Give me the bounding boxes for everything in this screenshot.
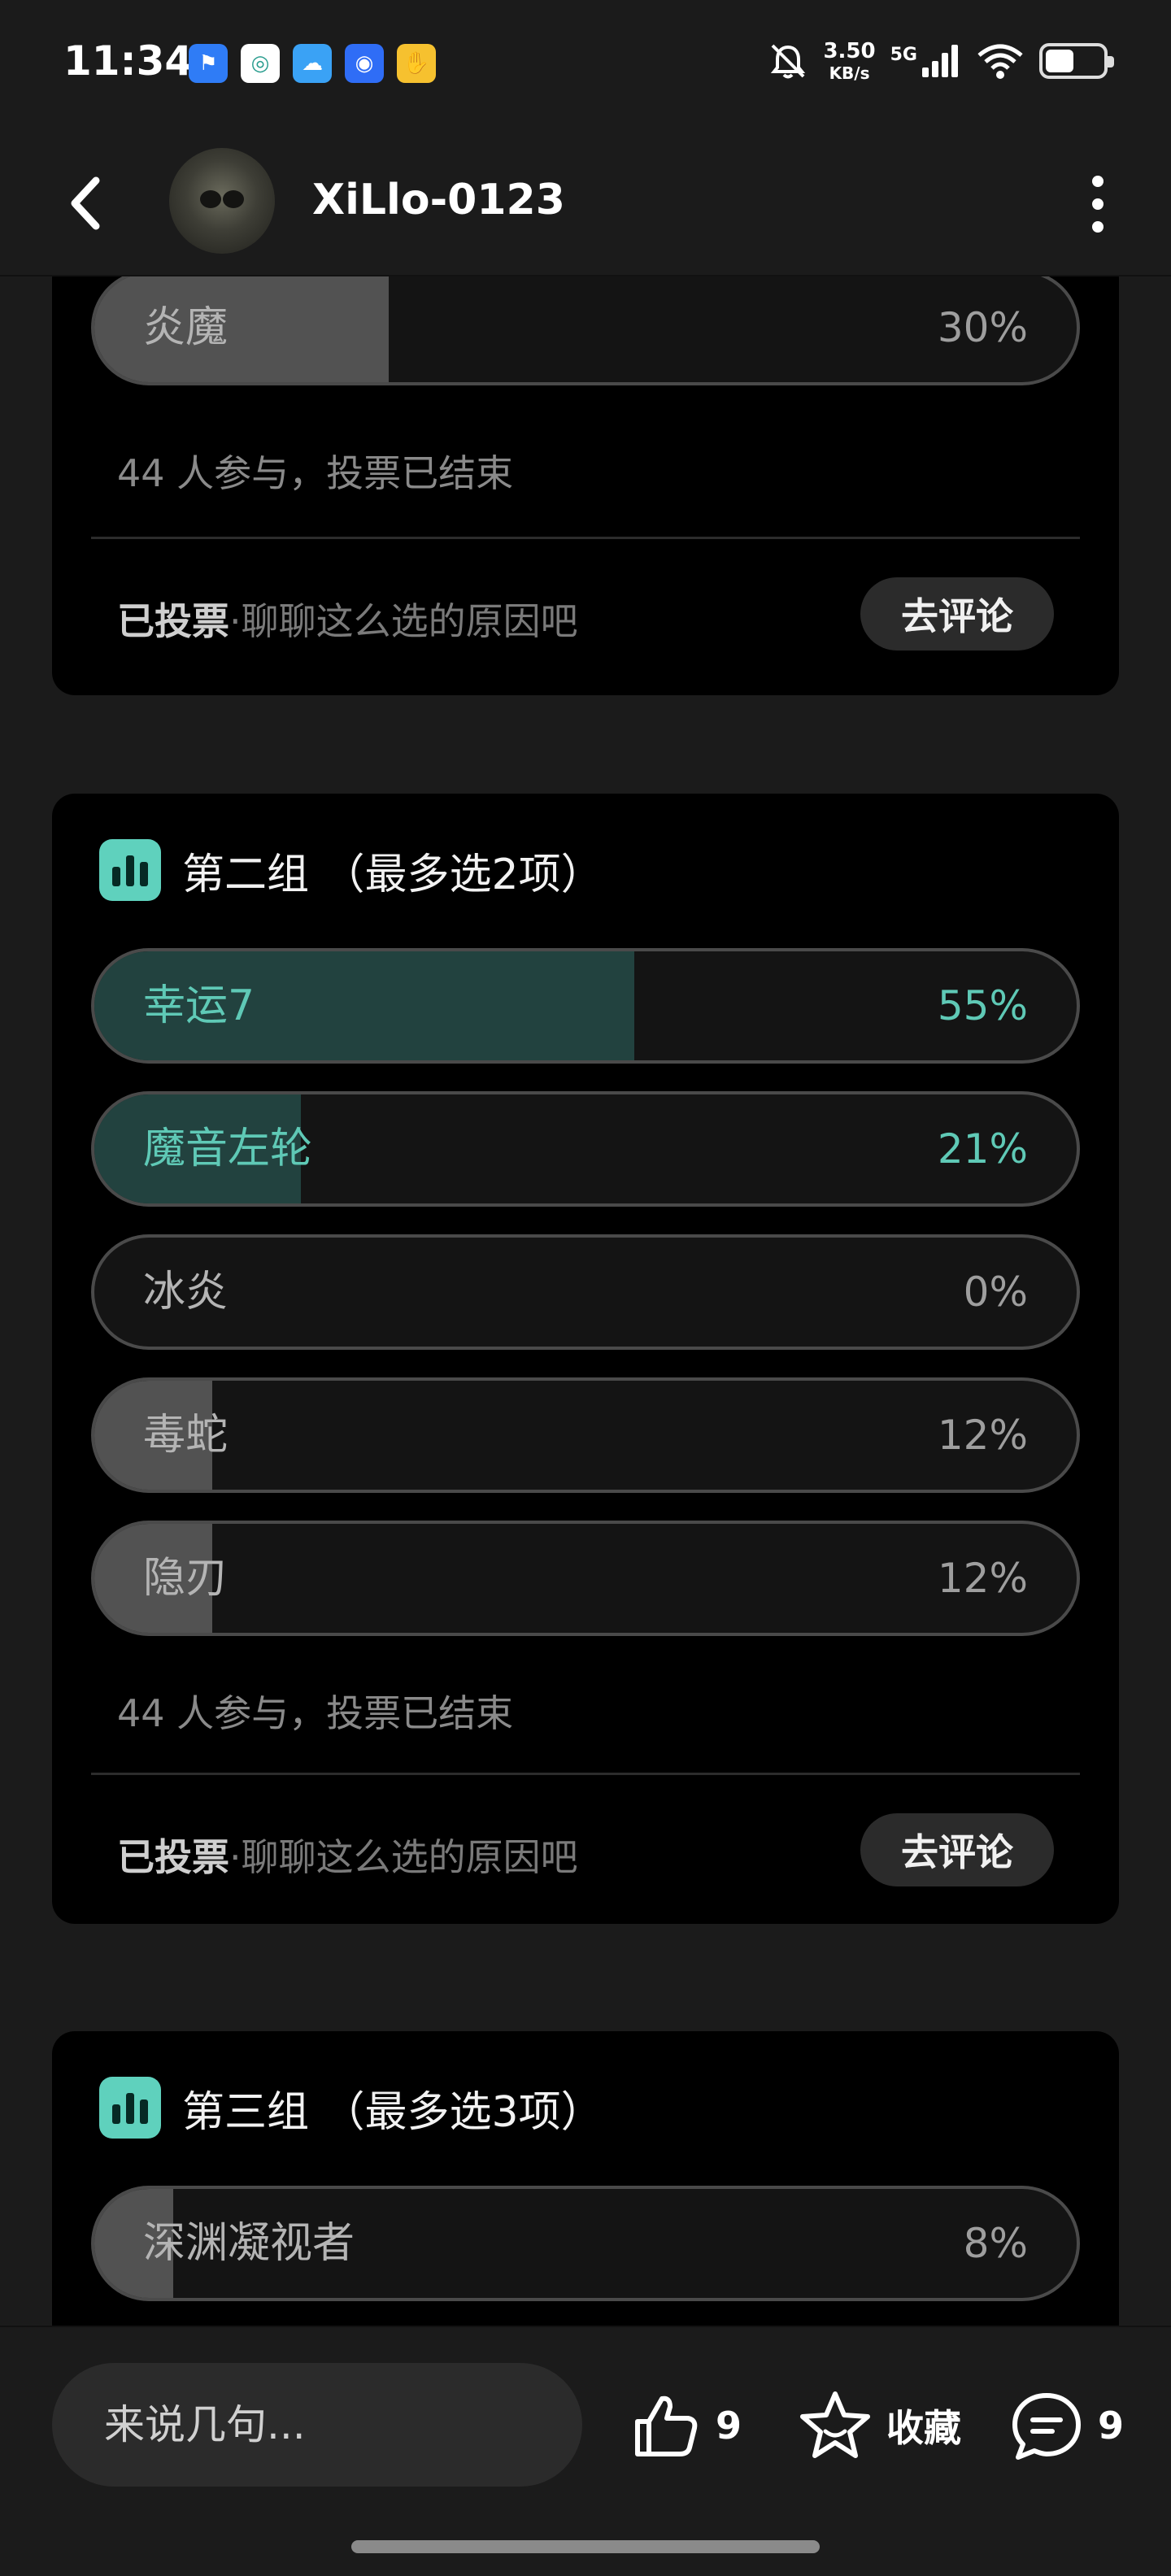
vote-option-label: 炎魔 [143, 303, 229, 352]
notification-app-icons: ⚑ ◎ ☁ ◉ ✋ [189, 44, 436, 83]
card-divider [91, 537, 1080, 539]
vote-group-title: 第三组 （最多选3项） [182, 2087, 603, 2137]
vote-option-label: 魔音左轮 [143, 1125, 313, 1173]
vote-card-title: 第三组 （最多选3项） [99, 2077, 603, 2139]
bottom-action-bar: 来说几句... 9 收藏 9 [0, 2326, 1171, 2576]
post-content: 炎魔 30% 44 人参与，投票已结束 已投票·聊聊这么选的原因吧 去评论 第二… [0, 276, 1171, 2326]
like-button[interactable]: 9 [629, 2389, 742, 2462]
vote-option: 深渊凝视者 8% [91, 2186, 1080, 2301]
vote-group-title: 第二组 （最多选2项） [182, 850, 603, 899]
voted-hint: ·聊聊这么选的原因吧 [229, 1835, 578, 1879]
comment-input-placeholder: 来说几句... [104, 2401, 306, 2448]
like-count: 9 [716, 2404, 742, 2448]
swirl-app-icon: ◎ [241, 44, 280, 83]
vote-card-title: 第二组 （最多选2项） [99, 839, 603, 901]
vote-participants: 44 人参与，投票已结束 [117, 1691, 514, 1735]
vote-card-group-2: 第二组 （最多选2项） 幸运7 55% 魔音左轮 21% 冰炎 0% 毒蛇 12… [52, 794, 1119, 1924]
go-comment-button[interactable]: 去评论 [860, 577, 1054, 651]
vote-option-label: 毒蛇 [143, 1411, 229, 1460]
vote-option-label: 隐刃 [143, 1554, 229, 1603]
battery-icon [1039, 43, 1114, 79]
vote-option-percent: 12% [937, 1555, 1028, 1602]
vote-option-percent: 0% [963, 1268, 1028, 1316]
vote-option-label: 幸运7 [143, 981, 255, 1030]
vote-option: 毒蛇 12% [91, 1377, 1080, 1493]
comments-button[interactable]: 9 [1008, 2389, 1124, 2462]
wifi-icon [977, 44, 1023, 79]
vote-option-percent: 30% [937, 304, 1028, 351]
more-options-icon[interactable] [1088, 176, 1108, 233]
post-header: XiLlo-0123 [0, 130, 1171, 276]
voted-label: 已投票 [117, 1835, 229, 1879]
network-speed-value: 3.50 [823, 39, 876, 63]
home-indicator[interactable] [351, 2540, 820, 2553]
voted-status: 已投票·聊聊这么选的原因吧 [117, 1828, 578, 1882]
status-time: 11:34 [63, 37, 194, 85]
cellular-signal: 5G [890, 43, 961, 79]
mute-notification-icon [771, 44, 806, 79]
comment-count: 9 [1098, 2404, 1125, 2448]
voted-hint: ·聊聊这么选的原因吧 [229, 599, 578, 643]
vote-option-fill [94, 276, 390, 382]
bar-chart-icon [99, 839, 161, 901]
vote-option-percent: 8% [963, 2220, 1028, 2267]
cloud-app-icon: ☁ [293, 44, 332, 83]
flag-app-icon: ⚑ [189, 44, 228, 83]
vote-option: 炎魔 30% [91, 276, 1080, 385]
vote-option: 隐刃 12% [91, 1521, 1080, 1636]
voted-label: 已投票 [117, 599, 229, 643]
vote-option: 魔音左轮 21% [91, 1091, 1080, 1207]
vote-option: 幸运7 55% [91, 948, 1080, 1064]
author-avatar[interactable] [169, 148, 275, 254]
go-comment-button[interactable]: 去评论 [860, 1813, 1054, 1886]
status-bar: 11:34 ⚑ ◎ ☁ ◉ ✋ 3.50 KB/s 5G [0, 0, 1171, 130]
voted-status: 已投票·聊聊这么选的原因吧 [117, 592, 578, 646]
vote-option-percent: 21% [937, 1125, 1028, 1173]
author-username[interactable]: XiLlo-0123 [312, 176, 565, 224]
vote-option-label: 冰炎 [143, 1268, 229, 1316]
back-arrow-icon[interactable] [59, 171, 115, 236]
comment-bubble-icon [1012, 2393, 1081, 2460]
thumbs-up-icon [635, 2395, 698, 2456]
hand-app-icon: ✋ [397, 44, 436, 83]
vote-option: 冰炎 0% [91, 1234, 1080, 1350]
star-icon [800, 2391, 870, 2458]
target-app-icon: ◉ [345, 44, 384, 83]
network-type: 5G [890, 45, 917, 65]
vote-option-label: 深渊凝视者 [143, 2219, 355, 2268]
post-detail-page: 11:34 ⚑ ◎ ☁ ◉ ✋ 3.50 KB/s 5G XiLlo-0123 … [0, 0, 1171, 2576]
card-divider [91, 1773, 1080, 1775]
vote-option-percent: 55% [937, 982, 1028, 1029]
comment-input[interactable]: 来说几句... [52, 2363, 582, 2487]
system-icons: 3.50 KB/s 5G [768, 41, 1114, 81]
bar-chart-icon [99, 2077, 161, 2139]
vote-card-group-1: 炎魔 30% 44 人参与，投票已结束 已投票·聊聊这么选的原因吧 去评论 [52, 276, 1119, 695]
vote-card-group-3: 第三组 （最多选3项） 深渊凝视者 8% [52, 2031, 1119, 2326]
network-speed: 3.50 KB/s [823, 41, 875, 81]
network-speed-unit: KB/s [829, 63, 870, 83]
favorite-button[interactable]: 收藏 [797, 2389, 961, 2462]
signal-bars-icon [922, 45, 958, 77]
vote-participants: 44 人参与，投票已结束 [117, 451, 514, 495]
vote-option-percent: 12% [937, 1412, 1028, 1459]
favorite-label: 收藏 [886, 2406, 961, 2450]
